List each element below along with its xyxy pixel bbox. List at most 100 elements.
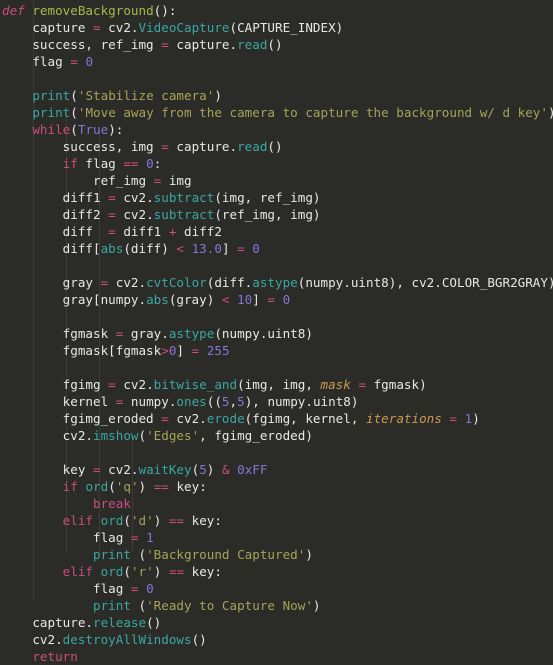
code-token: ) — [206, 462, 222, 477]
code-token: fgmask) — [366, 377, 427, 392]
code-token: ones — [176, 394, 207, 409]
code-token: () — [191, 632, 207, 647]
code-token: key: — [184, 513, 222, 528]
code-token: ), numpy.uint8) — [244, 394, 359, 409]
code-token: = — [161, 139, 169, 154]
code-token: imshow — [93, 428, 139, 443]
code-line: fgimg_eroded = cv2.erode(fgimg, kernel, … — [2, 410, 553, 427]
code-token: cv2. — [2, 428, 93, 443]
code-token: ) — [472, 411, 480, 426]
code-token: 255 — [206, 343, 230, 358]
code-token: (diff) — [123, 241, 177, 256]
code-token: gray[numpy. — [2, 292, 147, 307]
code-token: abs — [146, 292, 169, 307]
code-line: fgmask = gray.astype(numpy.uint8) — [2, 325, 553, 342]
code-token: if — [62, 479, 78, 494]
code-token: 0 — [85, 54, 94, 69]
code-token: ( — [108, 479, 116, 494]
code-token: () — [267, 37, 283, 52]
code-token: capture — [2, 20, 93, 35]
code-token: astype — [252, 275, 298, 290]
code-token: fgimg_eroded — [2, 411, 162, 426]
code-token: ) — [153, 564, 169, 579]
code-line: capture = cv2.VideoCapture(CAPTURE_INDEX… — [2, 19, 553, 36]
code-token: subtract — [153, 207, 215, 222]
code-line: success, img = capture.read() — [2, 138, 553, 155]
code-line: fgimg = cv2.bitwise_and(img, img, mask =… — [2, 376, 553, 393]
code-token: cv2. — [100, 462, 139, 477]
code-line: fgmask[fgmask>0] = 255 — [2, 342, 553, 359]
code-token: 'q' — [115, 479, 139, 494]
code-token: def — [2, 3, 25, 18]
code-token: 'd' — [130, 513, 154, 528]
code-line: key = cv2.waitKey(5) & 0xFF — [2, 461, 553, 478]
code-token: True — [77, 122, 109, 137]
code-token: ) — [548, 105, 553, 120]
code-token: diff2 — [176, 224, 222, 239]
code-token: = — [449, 411, 458, 426]
code-token: ) — [214, 88, 222, 103]
code-token: print — [32, 88, 71, 103]
code-line: ref_img = img — [2, 172, 553, 189]
code-token: == — [168, 513, 185, 528]
code-token: flag — [2, 54, 71, 69]
code-token: ( — [123, 564, 131, 579]
code-token: 'Move away from the camera to capture th… — [77, 105, 548, 120]
code-content[interactable]: def removeBackground(): capture = cv2.Vi… — [0, 2, 553, 665]
code-token: ] — [176, 343, 192, 358]
code-token: return — [32, 649, 78, 664]
code-line: capture.release() — [2, 614, 553, 631]
code-token: (( — [206, 394, 222, 409]
code-token: flag — [77, 156, 124, 171]
code-token: read — [237, 37, 268, 52]
code-token: 0 — [146, 581, 154, 596]
code-line: print('Stabilize camera') — [2, 87, 553, 104]
code-editor[interactable]: def removeBackground(): capture = cv2.Vi… — [0, 0, 553, 664]
code-token: 'Stabilize camera' — [77, 88, 215, 103]
code-token: == — [153, 479, 169, 494]
code-token: key — [2, 462, 93, 477]
code-token: gray. — [123, 326, 169, 341]
code-token: cv2. — [115, 190, 154, 205]
code-token: = — [108, 377, 116, 392]
code-line: if ord('q') == key: — [2, 478, 553, 495]
code-token: erode — [206, 411, 245, 426]
code-token: read — [237, 139, 268, 154]
code-token: cv2. — [108, 275, 147, 290]
code-token: > — [161, 343, 169, 358]
code-token: kernel — [2, 394, 116, 409]
code-token: 0 — [282, 292, 291, 307]
code-token: () — [267, 139, 283, 154]
code-token: : — [153, 156, 162, 171]
code-token: ref_img — [2, 173, 154, 188]
code-token: capture. — [168, 37, 238, 52]
code-token: break — [93, 496, 131, 511]
code-token: (img, img, — [237, 377, 321, 392]
code-token: cv2. — [100, 20, 139, 35]
code-line: success, ref_img = capture.read() — [2, 36, 553, 53]
code-line: while(True): — [2, 121, 553, 138]
code-token: key: — [184, 564, 222, 579]
code-token: (fgimg, kernel, — [244, 411, 366, 426]
code-token: if — [62, 156, 78, 171]
code-token: img — [161, 173, 192, 188]
code-token: waitKey — [138, 462, 192, 477]
code-token: elif — [62, 513, 94, 528]
code-line: return — [2, 648, 553, 665]
code-token: success, img — [2, 139, 162, 154]
